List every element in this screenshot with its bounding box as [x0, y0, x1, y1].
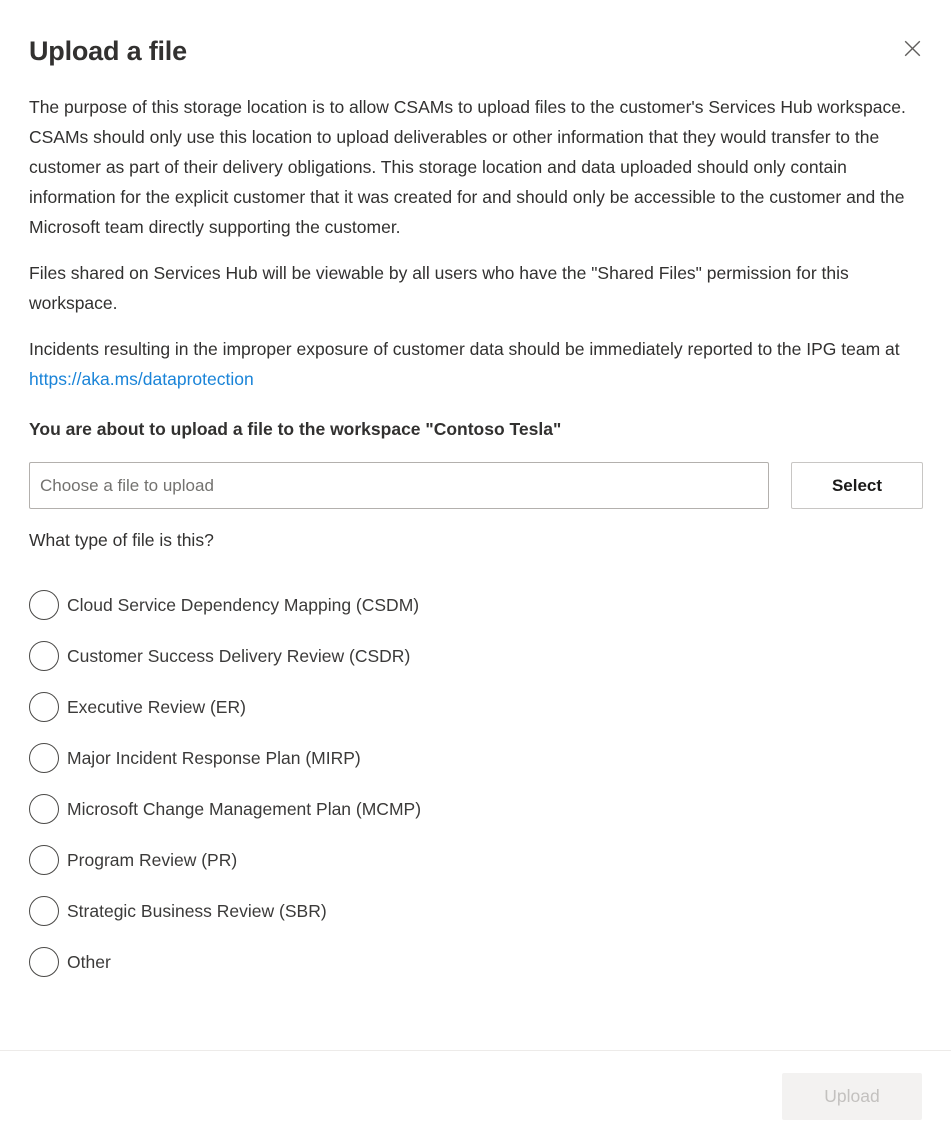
file-chooser-row: Select: [29, 462, 923, 509]
radio-circle-icon: [29, 640, 59, 671]
select-file-button[interactable]: Select: [791, 462, 923, 509]
intro-paragraph-2: Files shared on Services Hub will be vie…: [29, 263, 849, 313]
dialog-footer: Upload: [0, 1050, 951, 1141]
file-type-option-er[interactable]: Executive Review (ER): [29, 681, 922, 732]
file-type-option-mcmp[interactable]: Microsoft Change Management Plan (MCMP): [29, 783, 922, 834]
file-type-option-label: Customer Success Delivery Review (CSDR): [67, 645, 411, 666]
file-type-option-sbr[interactable]: Strategic Business Review (SBR): [29, 885, 922, 936]
dataprotection-link[interactable]: https://aka.ms/dataprotection: [29, 369, 254, 389]
file-type-option-pr[interactable]: Program Review (PR): [29, 834, 922, 885]
file-type-option-csdm[interactable]: Cloud Service Dependency Mapping (CSDM): [29, 579, 922, 630]
file-type-radio-group: Cloud Service Dependency Mapping (CSDM) C…: [29, 579, 922, 987]
intro-paragraph-1: The purpose of this storage location is …: [29, 97, 906, 237]
dialog-header: Upload a file: [0, 0, 951, 68]
radio-circle-icon: [29, 742, 59, 773]
file-type-option-label: Microsoft Change Management Plan (MCMP): [67, 798, 422, 819]
dialog-body: The purpose of this storage location is …: [0, 68, 951, 1050]
workspace-notice: You are about to upload a file to the wo…: [29, 419, 562, 439]
radio-circle-icon: [29, 589, 59, 620]
file-type-option-label: Major Incident Response Plan (MIRP): [67, 747, 361, 768]
file-type-option-label: Program Review (PR): [67, 849, 238, 870]
file-type-option-other[interactable]: Other: [29, 936, 922, 987]
radio-circle-icon: [29, 793, 59, 824]
radio-circle-icon: [29, 946, 59, 977]
close-icon: [904, 40, 921, 57]
file-path-input[interactable]: [29, 462, 769, 509]
file-type-option-label: Strategic Business Review (SBR): [67, 900, 327, 921]
incident-notice-text: Incidents resulting in the improper expo…: [29, 339, 900, 359]
incident-notice: Incidents resulting in the improper expo…: [29, 334, 922, 394]
radio-circle-icon: [29, 895, 59, 926]
page-title: Upload a file: [29, 36, 187, 66]
file-type-option-label: Other: [67, 951, 111, 972]
radio-circle-icon: [29, 844, 59, 875]
close-button[interactable]: [894, 30, 930, 66]
upload-file-dialog: Upload a file The purpose of this storag…: [0, 0, 951, 1141]
file-type-option-mirp[interactable]: Major Incident Response Plan (MIRP): [29, 732, 922, 783]
file-type-option-csdr[interactable]: Customer Success Delivery Review (CSDR): [29, 630, 922, 681]
radio-circle-icon: [29, 691, 59, 722]
upload-button[interactable]: Upload: [782, 1072, 922, 1120]
file-type-option-label: Executive Review (ER): [67, 696, 246, 717]
file-type-question: What type of file is this?: [29, 530, 214, 550]
file-type-option-label: Cloud Service Dependency Mapping (CSDM): [67, 594, 420, 615]
